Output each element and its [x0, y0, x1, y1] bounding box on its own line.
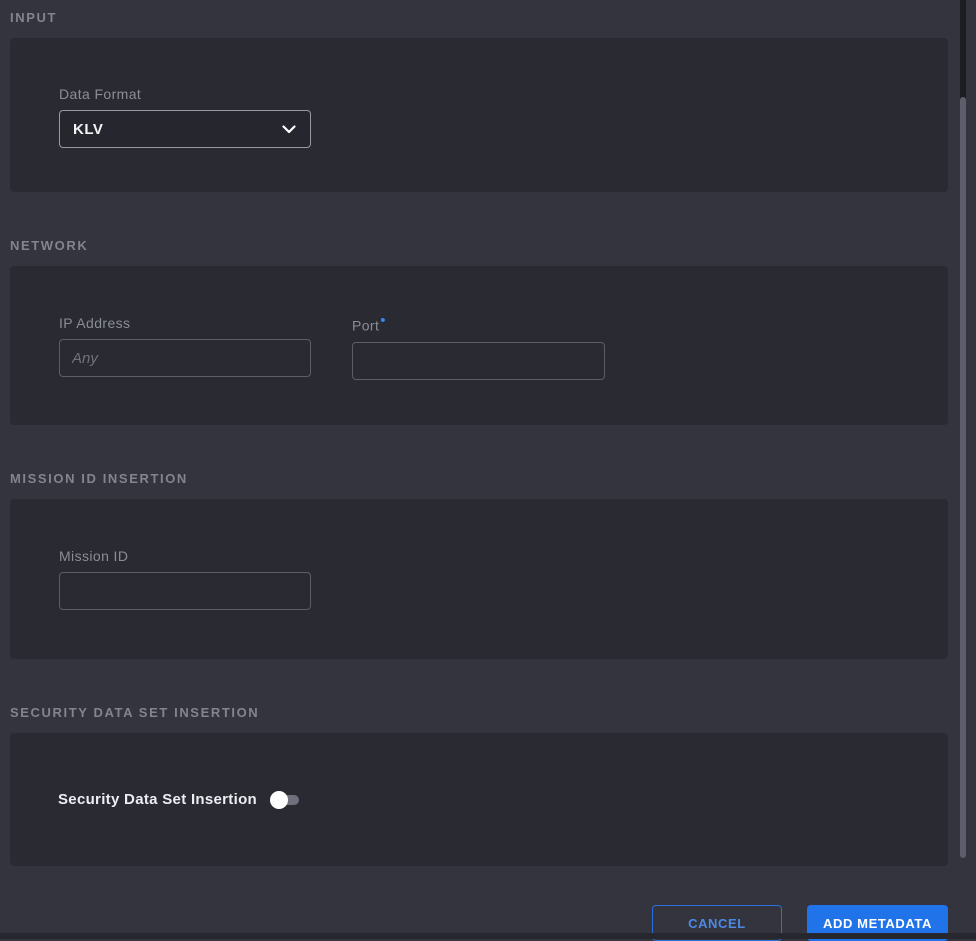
required-indicator-icon: • — [380, 312, 386, 329]
port-input[interactable] — [352, 342, 605, 380]
toggle-knob — [270, 791, 288, 809]
section-header-network: NETWORK — [10, 238, 976, 253]
scrollbar-thumb[interactable] — [960, 97, 966, 858]
chevron-down-icon — [282, 125, 296, 134]
data-format-select[interactable]: KLV — [59, 110, 311, 148]
security-section-panel: Security Data Set Insertion — [10, 733, 948, 866]
data-format-label: Data Format — [59, 87, 948, 102]
mission-id-section-panel: Mission ID — [10, 499, 948, 659]
section-header-input: INPUT — [10, 10, 976, 25]
data-format-selected-value: KLV — [73, 121, 103, 138]
security-toggle-label: Security Data Set Insertion — [58, 791, 257, 808]
port-label: Port• — [352, 316, 605, 334]
security-toggle-row: Security Data Set Insertion — [58, 791, 299, 809]
mission-id-input[interactable] — [59, 572, 311, 610]
scrollbar-track[interactable] — [960, 0, 966, 100]
ip-address-field-group: IP Address — [59, 316, 311, 425]
port-label-text: Port — [352, 318, 379, 334]
network-section-panel: IP Address Port• — [10, 266, 948, 425]
ip-address-input[interactable] — [59, 339, 311, 377]
section-header-mission-id: MISSION ID INSERTION — [10, 471, 976, 486]
mission-id-label: Mission ID — [59, 549, 948, 564]
ip-address-label: IP Address — [59, 316, 311, 331]
port-field-group: Port• — [352, 316, 605, 425]
form-content: INPUT Data Format KLV NETWORK IP Address… — [0, 0, 976, 941]
section-header-security: SECURITY DATA SET INSERTION — [10, 705, 976, 720]
security-toggle-switch[interactable] — [270, 791, 299, 809]
input-section-panel: Data Format KLV — [10, 38, 948, 192]
dialog-bottom-edge — [0, 933, 976, 939]
